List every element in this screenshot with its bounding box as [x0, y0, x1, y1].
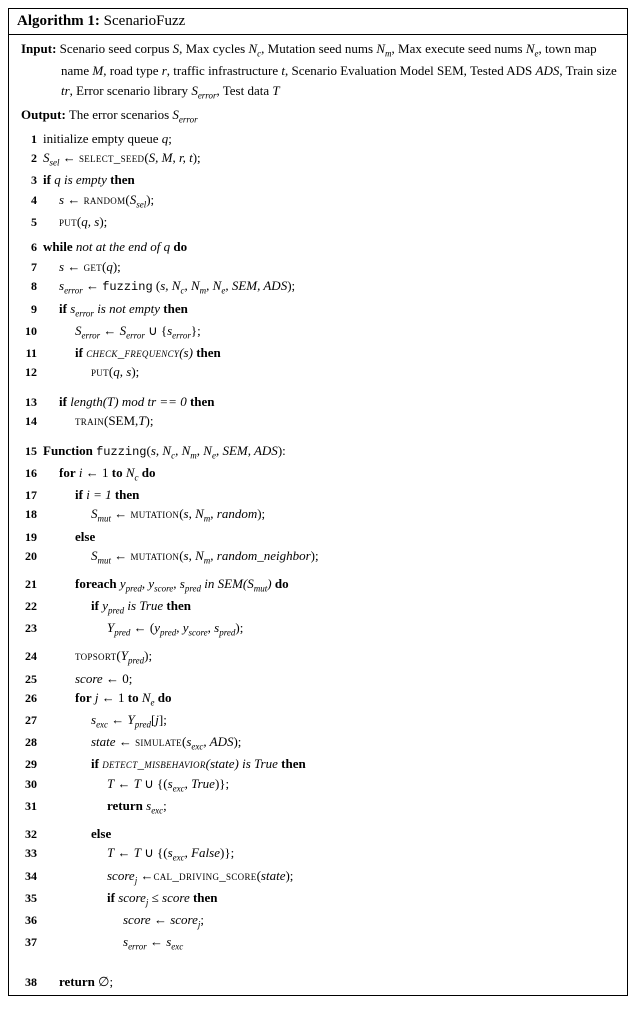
input-label: Input: [21, 41, 56, 56]
code-line-35: 35if scorej ≤ score then [15, 888, 621, 910]
code-line-14: 14train(SEM,T); [15, 411, 621, 431]
code-line-28: 28state ← simulate(sexc, ADS); [15, 732, 621, 754]
code-line-13: 13if length(T) mod tr == 0 then [15, 392, 621, 412]
code-line-15: 15Function fuzzing(s, Nc, Nm, Ne, SEM, A… [15, 441, 621, 463]
code-line-9: 9if serror is not empty then [15, 299, 621, 321]
code-line-32: 32else [15, 824, 621, 844]
code-line-16: 16for i ← 1 to Nc do [15, 463, 621, 485]
code-line-3: 3if q is empty then [15, 170, 621, 190]
algorithm-body: Input: Scenario seed corpus S, Max cycle… [9, 35, 627, 995]
code-line-4: 4s ← random(Ssel); [15, 190, 621, 212]
code-line-30: 30T ← T ∪ {(sexc, True)}; [15, 774, 621, 796]
code-line-21: 21foreach ypred, yscore, spred in SEM(Sm… [15, 574, 621, 596]
code-line-23: 23Ypred ← (ypred, yscore, spred); [15, 618, 621, 640]
code-line-1: 1initialize empty queue q; [15, 129, 621, 149]
code-line-31: 31return sexc; [15, 796, 621, 818]
code-line-2: 2Ssel ← select_seed(S, M, r, t); [15, 148, 621, 170]
code-line-27: 27sexc ← Ypred[j]; [15, 710, 621, 732]
output-line: Output: The error scenarios Serror [15, 105, 621, 127]
code-line-7: 7s ← get(q); [15, 257, 621, 277]
code-line-24: 24topsort(Ypred); [15, 646, 621, 668]
title-prefix: Algorithm 1: [17, 13, 100, 29]
code-line-5: 5put(q, s); [15, 212, 621, 232]
code-line-20: 20Smut ← mutation(s, Nm, random_neighbor… [15, 546, 621, 568]
code-line-37: 37serror ← sexc [15, 932, 621, 954]
code-line-38: 38return ∅; [15, 972, 621, 992]
code-line-10: 10Serror ← Serror ∪ {serror}; [15, 321, 621, 343]
input-line: Input: Scenario seed corpus S, Max cycle… [15, 39, 621, 103]
code-line-26: 26for j ← 1 to Ne do [15, 688, 621, 710]
output-text: The error scenarios Serror [69, 107, 198, 122]
algorithm-box: Algorithm 1: ScenarioFuzz Input: Scenari… [8, 8, 628, 996]
code-line-18: 18Smut ← mutation(s, Nm, random); [15, 504, 621, 526]
title-name: ScenarioFuzz [104, 13, 186, 29]
code-line-25: 25score ← 0; [15, 669, 621, 689]
code-line-19: 19else [15, 527, 621, 547]
code-line-17: 17if i = 1 then [15, 485, 621, 505]
code-line-34: 34scorej ←cal_driving_score(state); [15, 866, 621, 888]
code-line-11: 11if check_frequency(s) then [15, 343, 621, 363]
input-text: Scenario seed corpus S, Max cycles Nc, M… [60, 41, 617, 98]
code-line-33: 33T ← T ∪ {(sexc, False)}; [15, 843, 621, 865]
code-line-36: 36score ← scorej; [15, 910, 621, 932]
code-line-29: 29if detect_misbehavior(state) is True t… [15, 754, 621, 774]
code-line-12: 12put(q, s); [15, 362, 621, 382]
code-line-8: 8serror ← fuzzing (s, Nc, Nm, Ne, SEM, A… [15, 276, 621, 298]
algorithm-title: Algorithm 1: ScenarioFuzz [9, 9, 627, 35]
code-line-22: 22if ypred is True then [15, 596, 621, 618]
output-label: Output: [21, 107, 66, 122]
code-line-6: 6while not at the end of q do [15, 237, 621, 257]
